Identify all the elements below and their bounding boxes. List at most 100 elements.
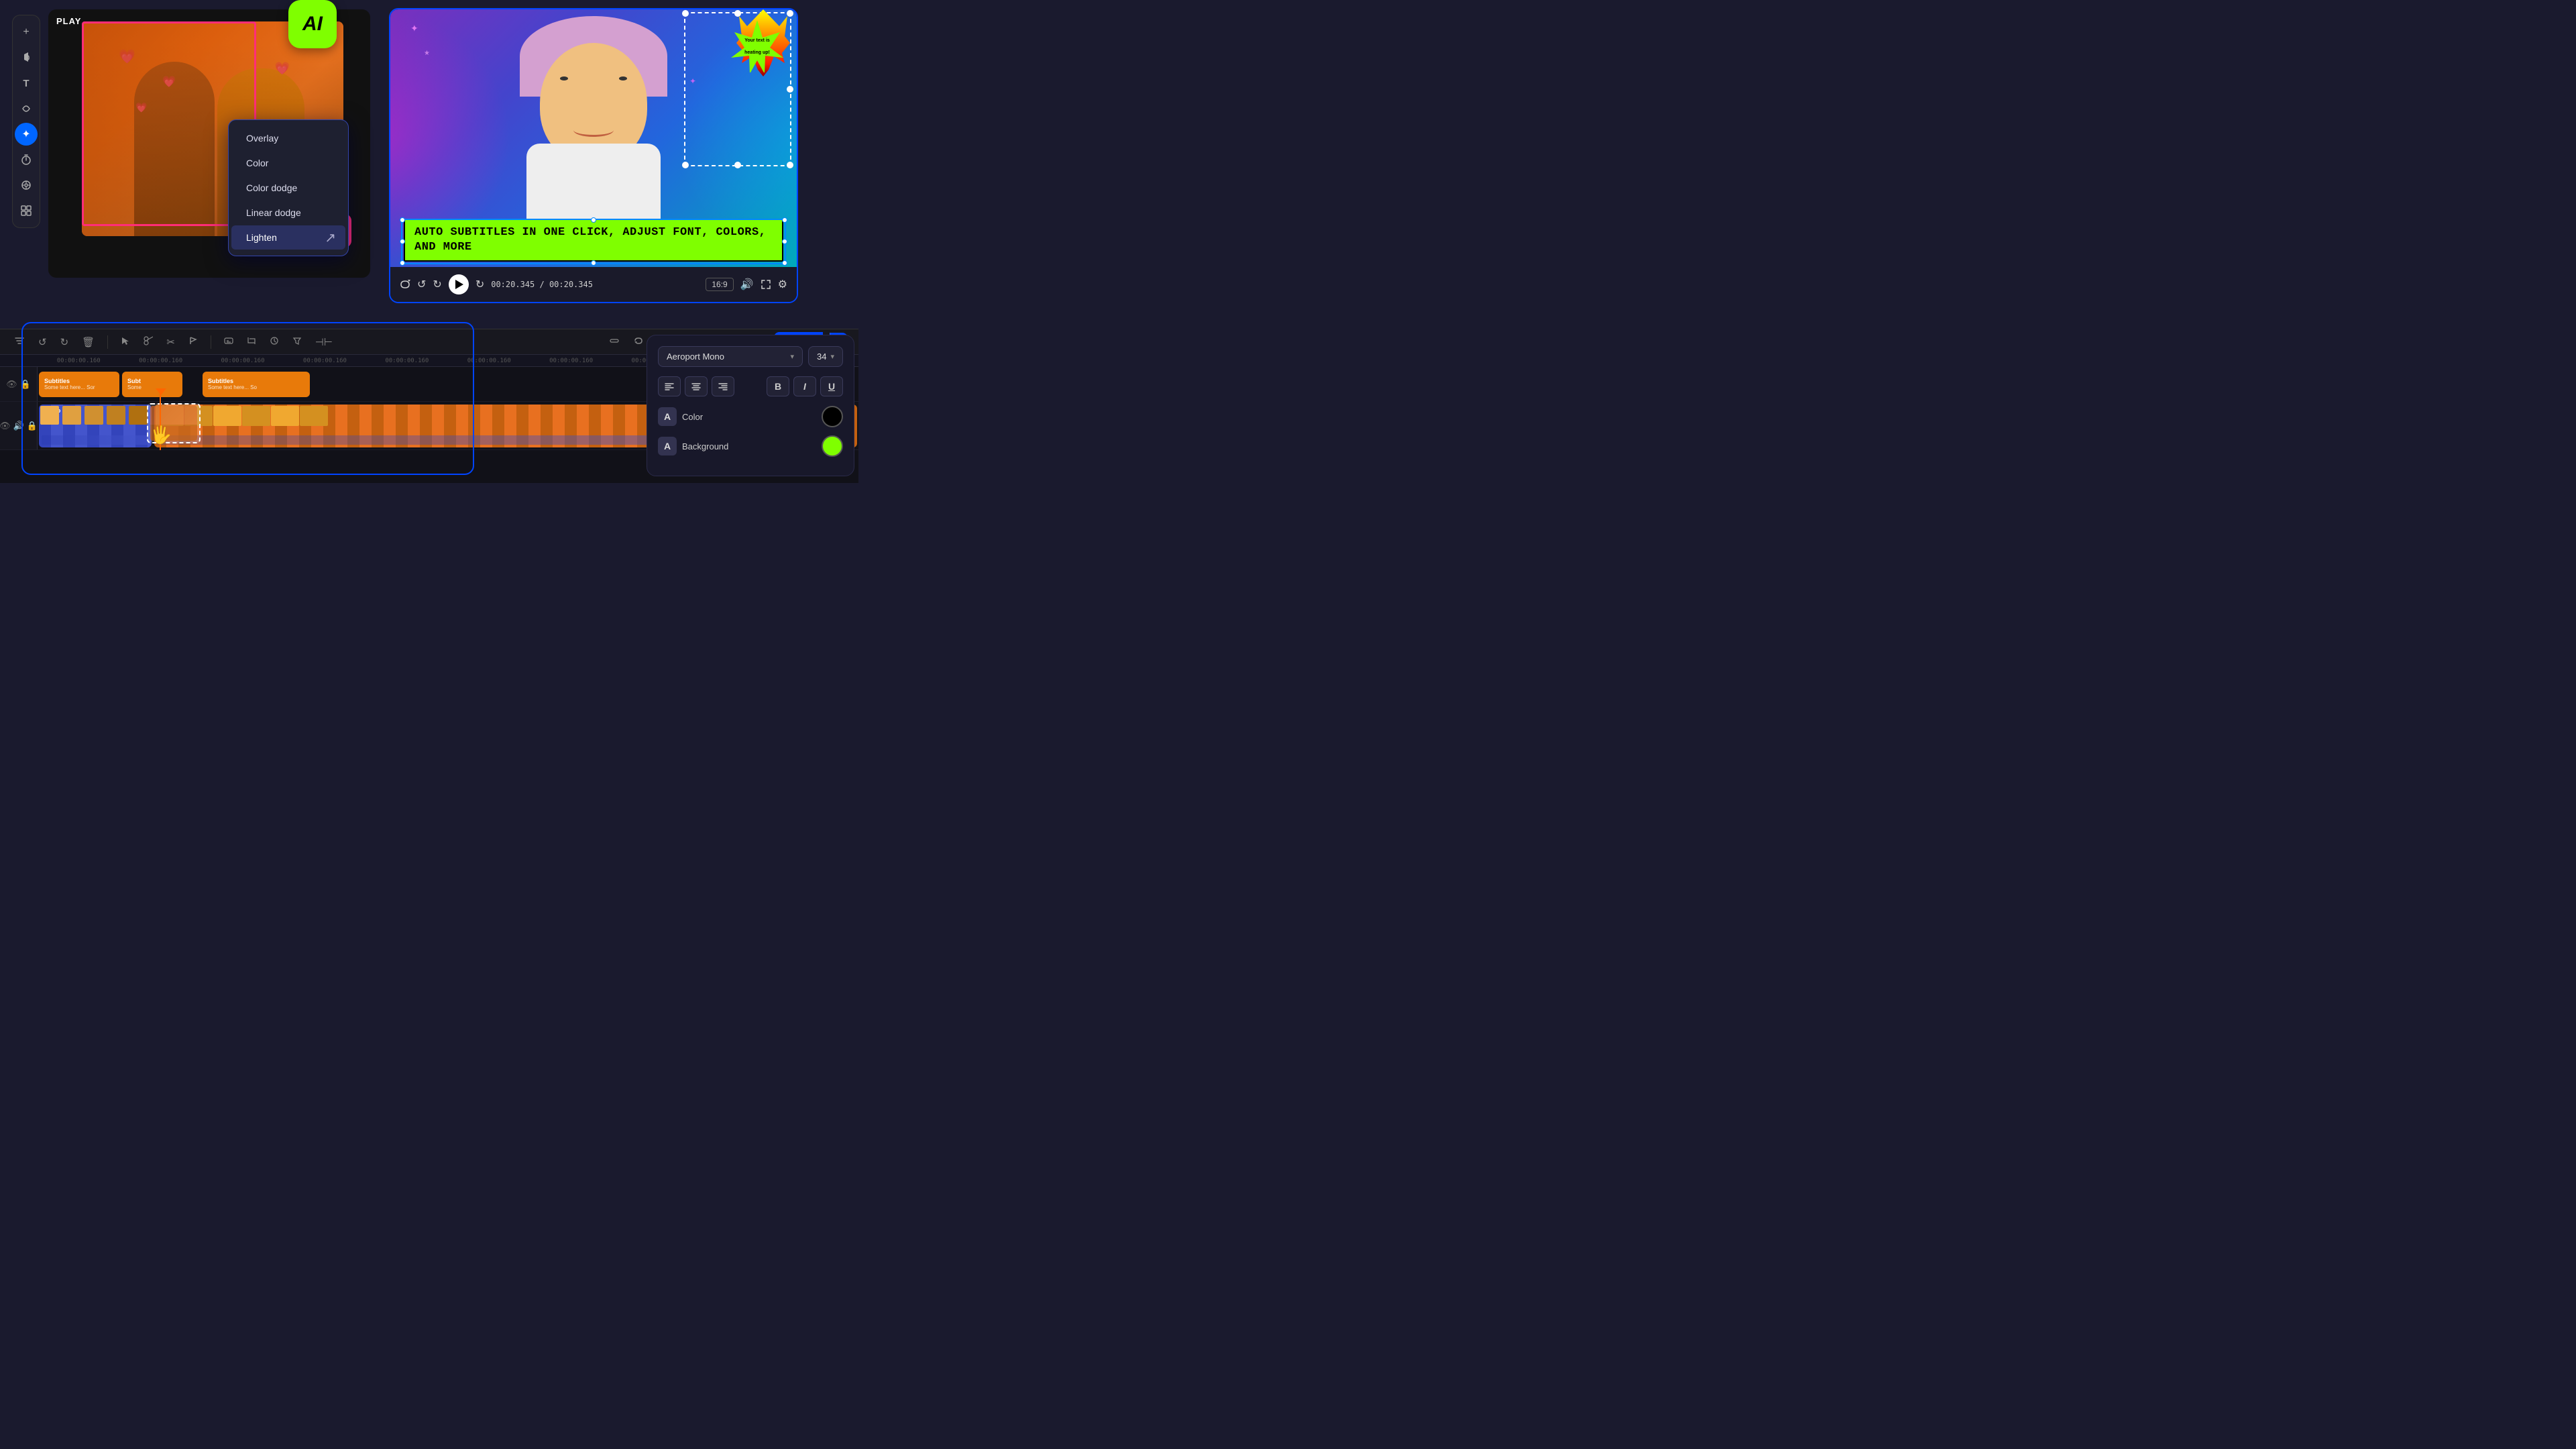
subtitle-text[interactable]: AUTO SUBTITLES IN ONE CLICK, ADJUST FONT… xyxy=(404,219,783,262)
play-button[interactable] xyxy=(449,274,469,294)
caption-btn[interactable] xyxy=(221,334,237,350)
ruler-tick-2: 00:00:00.160 xyxy=(202,358,284,364)
girl-figure xyxy=(500,16,687,224)
clip-3-label: Subtitles xyxy=(208,378,304,384)
time-separator: / xyxy=(539,280,549,289)
ai-text: AI xyxy=(302,13,323,36)
forward-icon[interactable]: ↻ xyxy=(475,278,484,291)
text-style-row: B I U xyxy=(658,376,843,396)
flag-btn[interactable] xyxy=(185,334,201,350)
video-track-controls: 👁 🔊 🔒 xyxy=(0,402,38,449)
bg-color-icon: A xyxy=(658,437,677,455)
font-family-select[interactable]: Aeroport Mono ▾ xyxy=(658,346,803,367)
crop-btn[interactable] xyxy=(243,334,260,350)
audio-button[interactable] xyxy=(15,46,38,69)
undo-control-icon[interactable]: ↺ xyxy=(417,278,426,291)
volume-icon[interactable]: 🔊 xyxy=(740,278,754,291)
link-button[interactable] xyxy=(15,174,38,197)
grid-button[interactable] xyxy=(15,199,38,222)
color-label-text: Color xyxy=(682,412,816,422)
blend-color-dodge[interactable]: Color dodge xyxy=(231,176,345,200)
align-left-btn[interactable] xyxy=(658,376,681,396)
flame-text-bubble: Your text is heating up! xyxy=(730,17,785,72)
font-size-select[interactable]: 34 ▾ xyxy=(808,346,843,367)
flame-text: Your text is heating up! xyxy=(744,38,770,55)
audio-wave-1 xyxy=(42,435,149,445)
link-icon xyxy=(20,179,32,191)
flame-text-content: Your text is heating up! xyxy=(737,33,777,57)
settings-icon[interactable]: ⚙ xyxy=(778,278,787,291)
speed-btn[interactable] xyxy=(266,334,282,350)
toolbar-divider-1 xyxy=(107,335,108,349)
background-color-swatch[interactable] xyxy=(822,435,843,457)
play-triangle xyxy=(455,280,463,289)
time-display: 00:20.345 / 00:20.345 xyxy=(491,280,593,289)
align-center-btn[interactable] xyxy=(685,376,708,396)
blend-lighten[interactable]: Lighten xyxy=(231,225,345,250)
effects-icon xyxy=(20,103,32,115)
timeline-redo-btn[interactable]: ↻ xyxy=(57,334,72,350)
blend-color[interactable]: Color xyxy=(231,151,345,175)
underline-icon: U xyxy=(828,381,835,392)
text-button[interactable]: T xyxy=(15,72,38,95)
text-color-a-icon: A xyxy=(664,411,671,422)
magic-button[interactable]: ✦ xyxy=(15,123,38,146)
align-right-btn[interactable] xyxy=(712,376,734,396)
bg-label-text: Background xyxy=(682,441,816,451)
blend-dropdown: Overlay Color Color dodge Linear dodge L… xyxy=(228,119,349,256)
text-color-swatch[interactable] xyxy=(822,406,843,427)
subtitle-lock-icon[interactable]: 🔒 xyxy=(20,379,31,390)
split-btn[interactable]: ⊣⊢ xyxy=(312,334,336,350)
audio-icon xyxy=(20,52,32,64)
ruler-tick-4: 00:00:00.160 xyxy=(366,358,448,364)
text-color-row: A Color xyxy=(658,406,843,427)
aspect-ratio-selector[interactable]: 16:9 xyxy=(706,278,733,291)
text-color-icon: A xyxy=(658,407,677,426)
fullscreen-icon[interactable] xyxy=(761,279,771,290)
clip-1-text: Some text here... Sor xyxy=(44,384,114,390)
subtitle-clip-1[interactable]: Subtitles Some text here... Sor xyxy=(39,372,119,397)
ruler-tick-0: 00:00:00.160 xyxy=(38,358,119,364)
select-tool-btn[interactable] xyxy=(117,334,133,350)
loop-timeline-btn[interactable] xyxy=(630,333,647,351)
subtitle-clip-2[interactable]: Subt Some xyxy=(122,372,182,397)
bold-btn[interactable]: B xyxy=(767,376,789,396)
time-total: 00:20.345 xyxy=(549,280,593,289)
background-color-row: A Background xyxy=(658,435,843,457)
ai-badge: AI xyxy=(288,0,337,48)
font-family-value: Aeroport Mono xyxy=(667,352,724,362)
timeline-settings-btn[interactable] xyxy=(11,333,28,351)
subtitles-track-controls: 👁 🔒 xyxy=(0,367,38,401)
font-family-row: Aeroport Mono ▾ 34 ▾ xyxy=(658,346,843,367)
subtitle-clip-3[interactable]: Subtitles Some text here... So xyxy=(203,372,310,397)
subtitle-overlay: AUTO SUBTITLES IN ONE CLICK, ADJUST FONT… xyxy=(404,219,783,262)
blend-overlay[interactable]: Overlay xyxy=(231,126,345,150)
clip-1-label: Subtitles xyxy=(44,378,114,384)
video-volume-icon[interactable]: 🔊 xyxy=(13,421,24,431)
video-clip-blue[interactable]: Video xyxy=(39,405,152,447)
bg-color-a-icon: A xyxy=(664,441,671,451)
timer-button[interactable] xyxy=(15,148,38,171)
effects-button[interactable] xyxy=(15,97,38,120)
cut-btn[interactable]: ✂ xyxy=(163,334,178,350)
timeline-undo-btn[interactable]: ↺ xyxy=(35,334,50,350)
font-size-value: 34 xyxy=(817,352,826,362)
drag-ghost-preview xyxy=(150,406,197,441)
clip-2-text: Some xyxy=(127,384,177,390)
timer-icon xyxy=(20,154,32,166)
playhead[interactable] xyxy=(160,392,161,450)
blend-linear-dodge[interactable]: Linear dodge xyxy=(231,201,345,225)
loop-icon[interactable] xyxy=(400,279,410,290)
subtitle-eye-icon[interactable]: 👁 xyxy=(6,379,17,390)
underline-btn[interactable]: U xyxy=(820,376,843,396)
filter-btn[interactable] xyxy=(289,334,305,350)
detach-audio-btn[interactable] xyxy=(606,333,623,351)
italic-btn[interactable]: I xyxy=(793,376,816,396)
video-lock-icon[interactable]: 🔒 xyxy=(27,421,38,431)
video-eye-icon[interactable]: 👁 xyxy=(0,421,11,431)
add-button[interactable]: + xyxy=(15,21,38,44)
redo-control-icon[interactable]: ↻ xyxy=(433,278,441,291)
timeline-delete-btn[interactable]: 🗑 xyxy=(78,334,98,350)
right-video-panel: ✦ ★ ✦ Your text is heating up! xyxy=(389,8,798,303)
razor-tool-btn[interactable] xyxy=(140,334,156,350)
